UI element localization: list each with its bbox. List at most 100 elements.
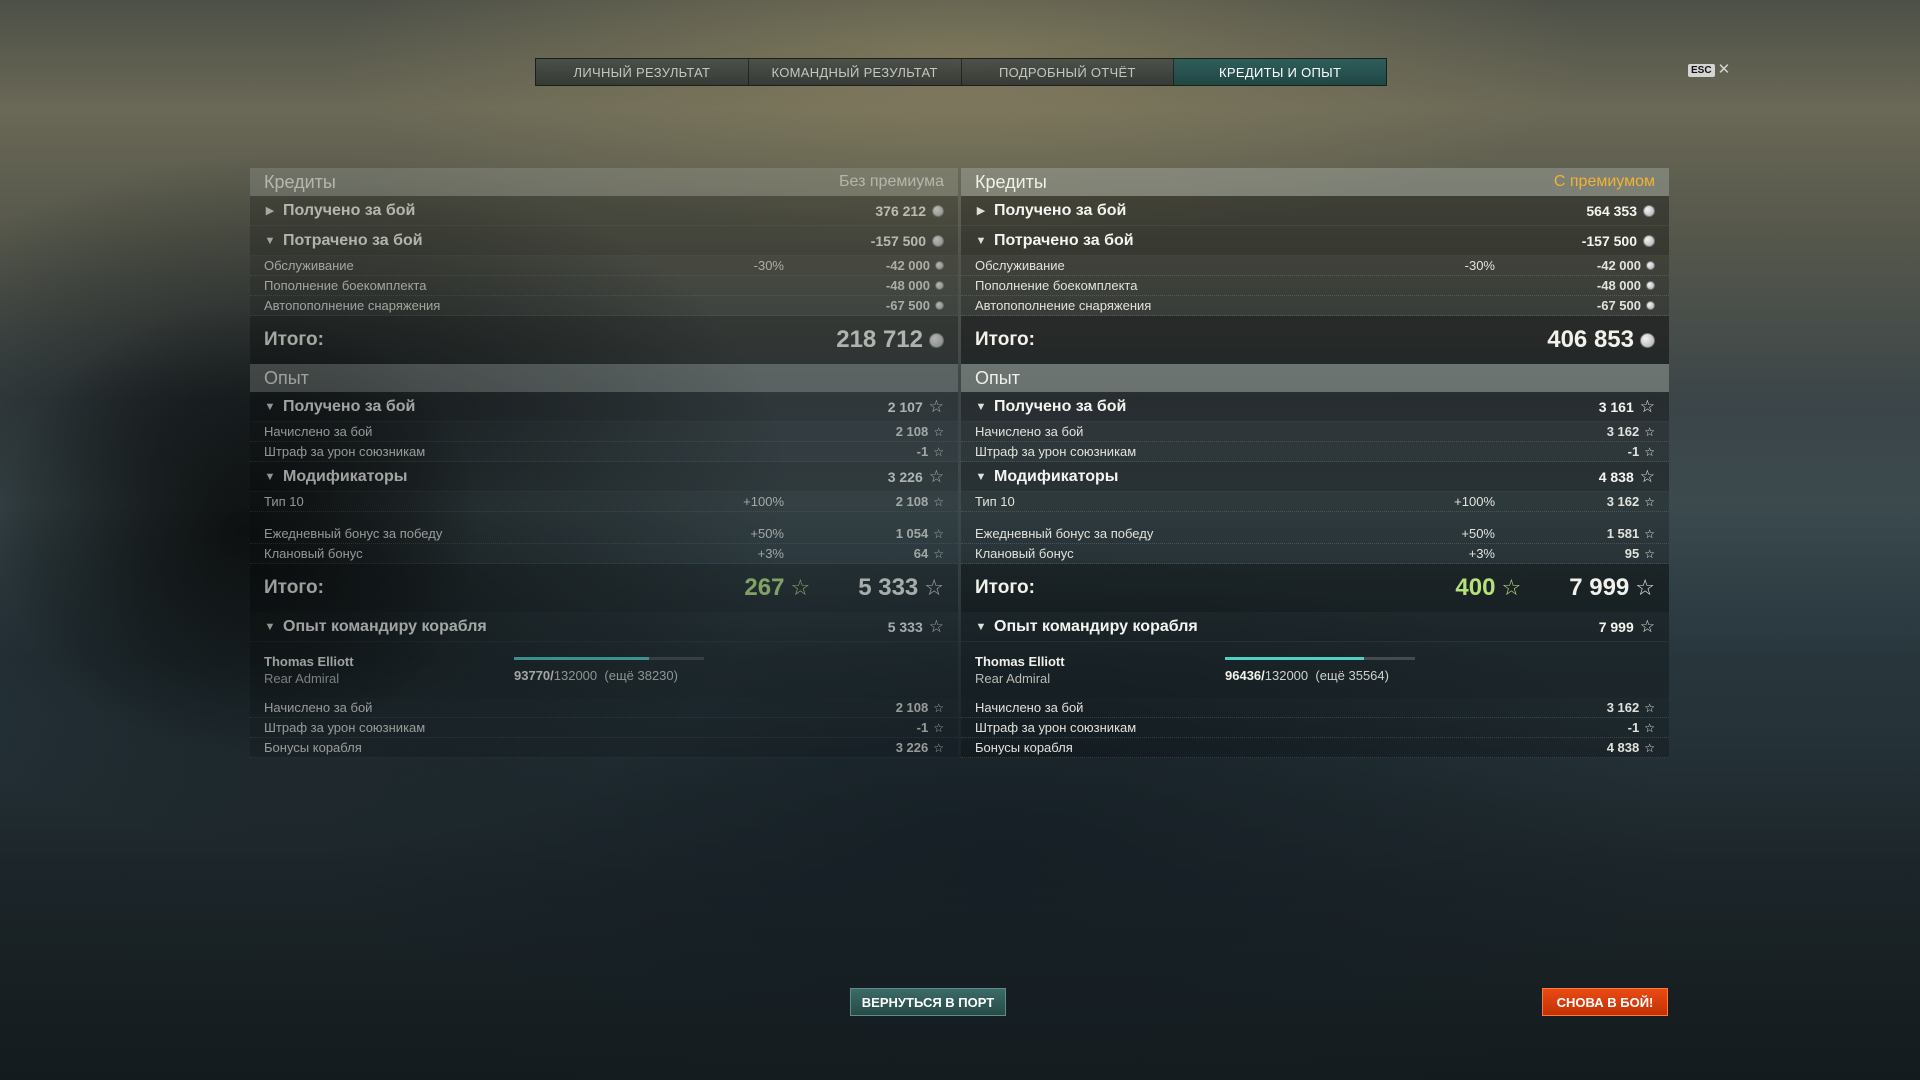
star-icon: ☆: [1644, 526, 1655, 541]
star-icon: ☆: [933, 720, 944, 735]
triangle-right-icon[interactable]: ▶: [264, 204, 276, 217]
triangle-down-icon[interactable]: ▼: [264, 401, 276, 413]
row-label: Обслуживание: [264, 258, 354, 273]
table-row: Ежедневный бонус за победу +50% 1 581 ☆: [961, 524, 1669, 544]
credits-earned-section[interactable]: ▶ Получено за бой 564 353: [961, 196, 1669, 226]
triangle-down-icon[interactable]: ▼: [975, 401, 987, 413]
premium-status: Без премиума: [839, 173, 944, 190]
row-value: -42 000: [1495, 258, 1655, 273]
commander-rank: Rear Admiral: [264, 671, 340, 686]
tab-team-result[interactable]: КОМАНДНЫЙ РЕЗУЛЬТАТ: [748, 59, 962, 85]
row-value: -1 ☆: [784, 720, 944, 735]
row-label: Автопополнение снаряжения: [264, 298, 441, 313]
section-label: ▼ Потрачено за бой: [264, 232, 423, 250]
xp-max: 132000: [553, 668, 598, 683]
tab-personal-result[interactable]: ЛИЧНЫЙ РЕЗУЛЬТАТ: [536, 59, 749, 85]
row-value: 3 162 ☆: [1495, 424, 1655, 439]
credits-earned-value: 376 212: [875, 203, 944, 219]
row-label: Тип 10: [975, 494, 1015, 509]
table-row: Штраф за урон союзникам -1 ☆: [961, 718, 1669, 738]
row-value: -48 000: [784, 278, 944, 293]
value-text: -157 500: [870, 232, 926, 249]
star-icon: ☆: [933, 424, 944, 439]
value-text: -42 000: [1596, 258, 1641, 273]
battle-again-button[interactable]: СНОВА В БОЙ!: [1542, 988, 1668, 1016]
commander-xp-section[interactable]: ▼ Опыт командиру корабля 7 999 ☆: [961, 612, 1669, 642]
credits-earned-label: Получено за бой: [283, 201, 416, 219]
value-text: -1: [1627, 720, 1640, 735]
progress-fill: [514, 657, 649, 660]
triangle-down-icon[interactable]: ▼: [264, 471, 276, 483]
triangle-down-icon[interactable]: ▼: [975, 621, 987, 633]
row-value: 1 581 ☆: [1495, 526, 1655, 541]
row-label: Клановый бонус: [264, 546, 363, 561]
credits-spent-section[interactable]: ▼ Потрачено за бой -157 500: [961, 226, 1669, 256]
credits-earned-section[interactable]: ▶ Получено за бой 376 212: [250, 196, 958, 226]
row-label: Начислено за бой: [975, 700, 1084, 715]
value-text: 64: [913, 546, 929, 561]
section-label: ▶ Получено за бой: [264, 201, 416, 220]
modifiers-value: 3 226 ☆: [888, 468, 944, 485]
row-value: 64 ☆: [784, 546, 944, 561]
credits-title: Кредиты: [264, 171, 336, 192]
value-text: -48 000: [885, 278, 930, 293]
triangle-right-icon[interactable]: ▶: [975, 204, 987, 217]
credits-spent-section[interactable]: ▼ Потрачено за бой -157 500: [250, 226, 958, 256]
credits-total-value: 218 712: [836, 326, 944, 354]
total-label: Итого:: [264, 329, 324, 350]
value-text: 95: [1624, 546, 1640, 561]
row-value: 1 054 ☆: [784, 526, 944, 541]
return-to-port-button[interactable]: ВЕРНУТЬСЯ В ПОРТ: [850, 988, 1006, 1016]
xp-title: Опыт: [264, 367, 309, 388]
value-text: 7 999: [1569, 574, 1630, 601]
table-row: Обслуживание -30% -42 000: [250, 256, 958, 276]
commander-progress-bar: [1225, 657, 1415, 660]
close-button[interactable]: ESC ✕: [1688, 62, 1730, 78]
row-percent: +3%: [1468, 546, 1495, 561]
value-text: 2 107: [887, 398, 923, 415]
value-text: -157 500: [1581, 232, 1637, 249]
row-value: 2 108 ☆: [784, 494, 944, 509]
value-text: 218 712: [836, 326, 923, 353]
triangle-down-icon[interactable]: ▼: [975, 471, 987, 483]
commander-xp-section[interactable]: ▼ Опыт командиру корабля 5 333 ☆: [250, 612, 958, 642]
tab-credits-and-xp[interactable]: КРЕДИТЫ И ОПЫТ: [1174, 59, 1386, 85]
star-icon: ☆: [1644, 494, 1655, 509]
xp-earned-value: 3 161 ☆: [1599, 398, 1655, 415]
value-text: 406 853: [1547, 326, 1634, 353]
section-label: ▼ Потрачено за бой: [975, 232, 1134, 250]
commander-progress-bar: [514, 657, 704, 660]
xp-total: Итого: 267 ☆ 5 333 ☆: [250, 564, 958, 612]
row-label: Штраф за урон союзникам: [975, 444, 1137, 459]
xp-total-value: 5 333 ☆: [858, 574, 944, 602]
star-icon: ☆: [924, 575, 944, 600]
tab-detailed-report[interactable]: ПОДРОБНЫЙ ОТЧЁТ: [961, 59, 1175, 85]
triangle-down-icon[interactable]: ▼: [975, 235, 987, 247]
modifiers-section[interactable]: ▼ Модификаторы 4 838 ☆: [961, 462, 1669, 492]
value-text: 3 226: [895, 740, 929, 755]
credits-total: Итого: 406 853: [961, 316, 1669, 364]
credits-total: Итого: 218 712: [250, 316, 958, 364]
section-label: ▼ Получено за бой: [975, 398, 1127, 416]
star-icon: ☆: [1635, 575, 1655, 600]
xp-total-values: 400 ☆ 7 999 ☆: [1455, 574, 1655, 602]
triangle-down-icon[interactable]: ▼: [264, 621, 276, 633]
star-icon: ☆: [928, 467, 944, 486]
xp-earned-section[interactable]: ▼ Получено за бой 2 107 ☆: [250, 392, 958, 422]
row-percent: +50%: [750, 526, 784, 541]
table-row: Пополнение боекомплекта -48 000: [961, 276, 1669, 296]
modifiers-section[interactable]: ▼ Модификаторы 3 226 ☆: [250, 462, 958, 492]
star-icon: ☆: [933, 526, 944, 541]
xp-earned-section[interactable]: ▼ Получено за бой 3 161 ☆: [961, 392, 1669, 422]
value-text: 3 162: [1606, 700, 1640, 715]
row-percent: +100%: [1454, 494, 1495, 509]
table-row: Штраф за урон союзникам -1 ☆: [961, 442, 1669, 462]
triangle-down-icon[interactable]: ▼: [264, 235, 276, 247]
value-text: 3 161: [1598, 398, 1634, 415]
table-row: Автопополнение снаряжения -67 500: [250, 296, 958, 316]
row-value: 2 108 ☆: [784, 700, 944, 715]
table-row: Начислено за бой 3 162 ☆: [961, 698, 1669, 718]
star-icon: ☆: [1644, 700, 1655, 715]
star-icon: ☆: [1644, 740, 1655, 755]
tab-bar: ЛИЧНЫЙ РЕЗУЛЬТАТ КОМАНДНЫЙ РЕЗУЛЬТАТ ПОД…: [535, 58, 1387, 86]
